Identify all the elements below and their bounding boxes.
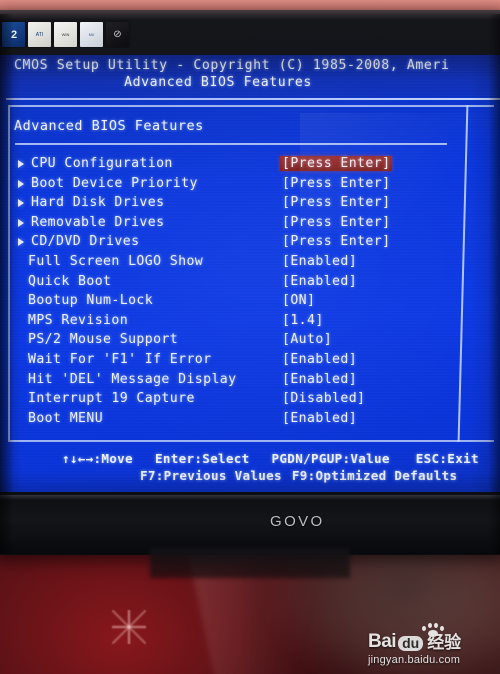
ati-radeon-sticker: ATI bbox=[28, 22, 51, 47]
setting-value[interactable]: [Enabled] bbox=[280, 274, 359, 289]
submenu-arrow-icon bbox=[18, 179, 24, 188]
setting-value[interactable]: [Auto] bbox=[280, 332, 334, 347]
amd-athlon-sticker: 2 bbox=[2, 22, 25, 47]
help-previous-values: F7:Previous Values bbox=[140, 468, 282, 483]
monitor-bottom-bezel bbox=[0, 492, 500, 554]
bezel-sticker-group: 2 ATI WIN NV ⊘ bbox=[2, 22, 129, 47]
setting-value[interactable]: [Enabled] bbox=[280, 411, 359, 426]
setting-label: Hit 'DEL' Message Display bbox=[28, 371, 237, 387]
setting-label: Bootup Num-Lock bbox=[28, 293, 154, 309]
submenu-arrow-icon bbox=[18, 199, 24, 208]
watermark-du-badge: du bbox=[398, 636, 424, 651]
setting-label: Hard Disk Drives bbox=[31, 195, 165, 211]
nvidia-sticker: NV bbox=[80, 22, 103, 47]
help-value: PGDN/PGUP:Value bbox=[271, 451, 390, 466]
help-exit: ESC:Exit bbox=[415, 451, 479, 466]
bios-setting-row[interactable]: Bootup Num-Lock [ON] bbox=[0, 292, 500, 312]
paw-print-icon bbox=[420, 623, 446, 637]
bios-copyright-title: CMOS Setup Utility - Copyright (C) 1985-… bbox=[14, 58, 450, 73]
section-separator-rule bbox=[15, 143, 447, 145]
setting-value[interactable]: [Enabled] bbox=[280, 254, 359, 269]
setting-label: Boot MENU bbox=[28, 410, 104, 426]
section-heading: Advanced BIOS Features bbox=[14, 118, 204, 134]
help-move: ↑↓←→:Move bbox=[62, 451, 133, 466]
bios-setting-row[interactable]: PS/2 Mouse Support [Auto] bbox=[0, 331, 500, 351]
help-line-2: F7:Previous Values F9:Optimized Defaults bbox=[140, 468, 457, 483]
setting-value[interactable]: [ON] bbox=[280, 293, 317, 308]
bios-setting-row[interactable]: CPU Configuration [Press Enter] bbox=[0, 155, 500, 175]
bios-setting-row[interactable]: Hard Disk Drives [Press Enter] bbox=[0, 194, 500, 214]
watermark-logo-row: Bai du 经验 bbox=[368, 623, 492, 653]
bios-setting-row[interactable]: Boot MENU [Enabled] bbox=[0, 410, 500, 430]
setting-label: Removable Drives bbox=[31, 214, 165, 230]
help-select: Enter:Select bbox=[154, 451, 250, 466]
setting-value[interactable]: [Disabled] bbox=[280, 391, 367, 406]
windows-vista-sticker: WIN bbox=[54, 22, 77, 47]
bios-setting-row[interactable]: Removable Drives [Press Enter] bbox=[0, 214, 500, 234]
bios-page-title: Advanced BIOS Features bbox=[124, 75, 312, 90]
setting-label: CPU Configuration bbox=[31, 156, 173, 171]
setting-value[interactable]: [Press Enter] bbox=[280, 195, 392, 210]
submenu-arrow-icon bbox=[18, 160, 24, 168]
setting-value[interactable]: [Enabled] bbox=[280, 352, 359, 367]
setting-label: Interrupt 19 Capture bbox=[28, 391, 195, 407]
bios-setting-row[interactable]: Hit 'DEL' Message Display [Enabled] bbox=[0, 371, 500, 391]
setting-label: PS/2 Mouse Support bbox=[28, 332, 179, 348]
title-separator-rule bbox=[6, 98, 500, 100]
help-line-1: ↑↓←→:Move Enter:Select PGDN/PGUP:Value ESC:… bbox=[62, 451, 479, 466]
watermark-bai-text: Bai bbox=[368, 631, 397, 652]
baidu-jingyan-watermark: Bai du 经验 jingyan.baidu.com bbox=[368, 623, 492, 668]
help-optimized-defaults: F9:Optimized Defaults bbox=[291, 468, 458, 483]
setting-value[interactable]: [Enabled] bbox=[280, 372, 359, 387]
setting-value[interactable]: [Press Enter] bbox=[280, 176, 392, 191]
setting-label: Boot Device Priority bbox=[31, 175, 198, 191]
setting-label: CD/DVD Drives bbox=[31, 234, 140, 250]
submenu-arrow-icon bbox=[18, 218, 24, 227]
submenu-arrow-icon bbox=[18, 238, 24, 247]
watermark-url: jingyan.baidu.com bbox=[368, 654, 461, 666]
bios-setting-row[interactable]: MPS Revision [1.4] bbox=[0, 312, 500, 332]
setting-label: MPS Revision bbox=[28, 312, 129, 328]
monitor-brand-logo: GOVO bbox=[270, 513, 325, 530]
setting-value[interactable]: [Press Enter] bbox=[280, 215, 392, 230]
monitor-stand bbox=[150, 548, 350, 578]
photograph-of-monitor: 2 ATI WIN NV ⊘ CMOS Setup Utility - Copy… bbox=[0, 0, 500, 674]
bios-setting-row[interactable]: Full Screen LOGO Show [Enabled] bbox=[0, 253, 500, 273]
setting-value[interactable]: [1.4] bbox=[280, 313, 326, 328]
bios-setting-row[interactable]: Wait For 'F1' If Error [Enabled] bbox=[0, 351, 500, 371]
bios-settings-list: CPU Configuration [Press Enter] Boot Devic… bbox=[0, 155, 500, 429]
setting-label: Wait For 'F1' If Error bbox=[28, 351, 212, 367]
setting-label: Full Screen LOGO Show bbox=[28, 253, 204, 269]
bezel-top-highlight bbox=[0, 10, 500, 20]
bottom-bezel-highlight bbox=[0, 495, 500, 500]
cloth-star-pattern bbox=[112, 610, 146, 644]
setting-value[interactable]: [Press Enter] bbox=[280, 234, 392, 249]
bios-setting-row[interactable]: CD/DVD Drives [Press Enter] bbox=[0, 233, 500, 253]
bios-setting-row[interactable]: Interrupt 19 Capture [Disabled] bbox=[0, 390, 500, 410]
bios-setting-row[interactable]: Quick Boot [Enabled] bbox=[0, 273, 500, 293]
bios-screen: CMOS Setup Utility - Copyright (C) 1985-… bbox=[0, 55, 500, 495]
setting-label: Quick Boot bbox=[28, 273, 112, 289]
setting-value[interactable]: [Press Enter] bbox=[280, 156, 393, 171]
bios-setting-row[interactable]: Boot Device Priority [Press Enter] bbox=[0, 175, 500, 195]
energy-star-sticker: ⊘ bbox=[106, 22, 129, 47]
